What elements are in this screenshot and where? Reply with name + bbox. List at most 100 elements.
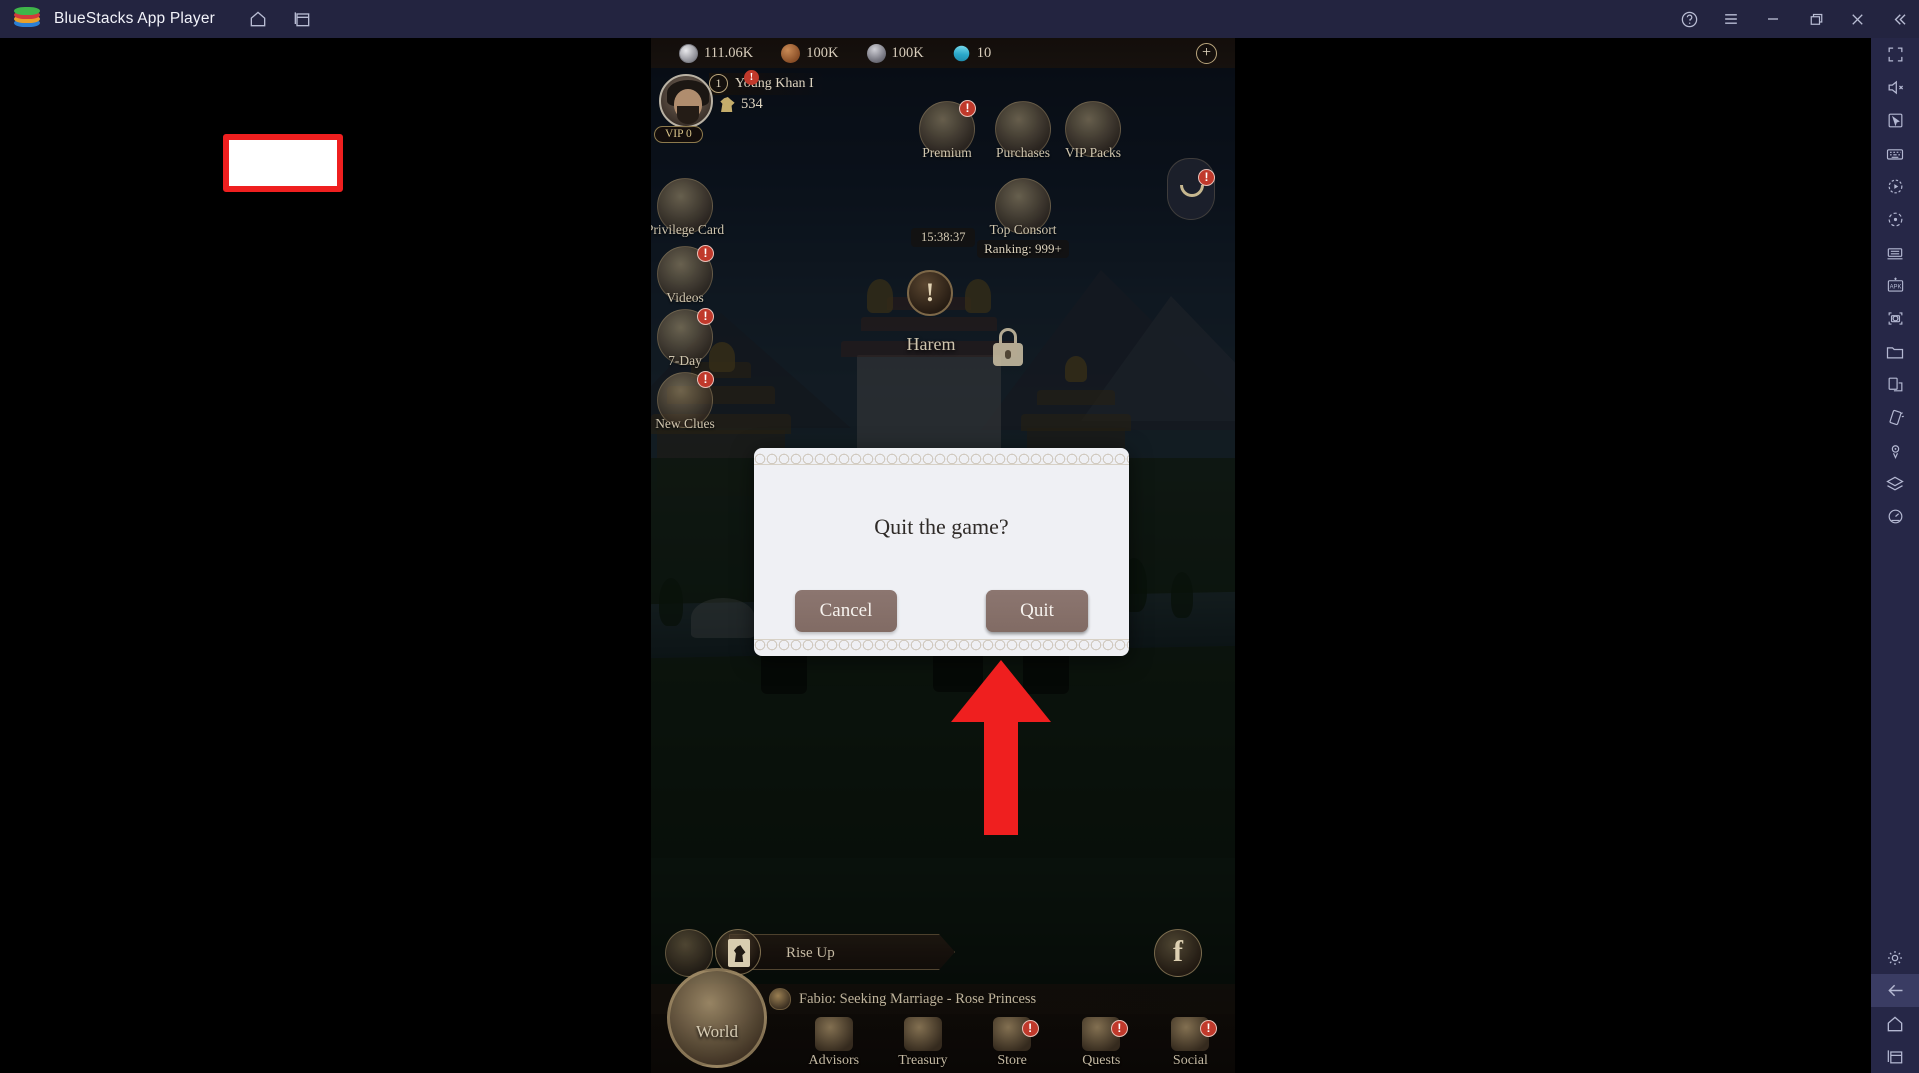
- pointing-arrow: [951, 660, 1051, 835]
- seven-day-button[interactable]: ! 7-Day: [657, 308, 714, 368]
- resource-food[interactable]: 100K: [781, 43, 839, 63]
- collapse-sidebar-icon[interactable]: [1883, 0, 1915, 38]
- top-consort-button[interactable]: Top Consort Ranking: 999+: [977, 178, 1069, 258]
- app-title: BlueStacks App Player: [54, 10, 216, 27]
- nav-store-label: Store: [997, 1053, 1027, 1068]
- resource-gems[interactable]: 10: [950, 41, 992, 65]
- resource-value: 111.06K: [704, 44, 754, 61]
- minimize-icon[interactable]: [1757, 0, 1789, 38]
- dialog-divider-top: [754, 464, 1129, 465]
- cursor-icon[interactable]: [1871, 104, 1919, 137]
- resource-iron[interactable]: 100K: [866, 43, 924, 63]
- android-home-icon[interactable]: [1871, 1007, 1919, 1040]
- videos-badge: !: [697, 245, 714, 262]
- resource-value: 10: [976, 44, 992, 61]
- gem-icon: [950, 41, 973, 65]
- store-badge: !: [1021, 1020, 1039, 1037]
- harem-alert-icon[interactable]: !: [907, 270, 953, 316]
- nav-social-label: Social: [1172, 1053, 1208, 1068]
- player-alert-badge: !: [744, 70, 759, 85]
- dialog-ornament-top: [754, 450, 1129, 464]
- app-center-icon[interactable]: [285, 2, 319, 36]
- shake-icon[interactable]: [1871, 401, 1919, 434]
- privilege-card-button[interactable]: Privilege Card: [651, 178, 724, 237]
- dialog-title: Quit the game?: [874, 514, 1009, 539]
- vip-packs-label: VIP Packs: [1064, 145, 1122, 160]
- premium-badge: !: [959, 100, 976, 117]
- chevron-down-icon: [1180, 185, 1204, 197]
- back-arrow-icon[interactable]: [1871, 974, 1919, 1007]
- purchases-button[interactable]: Purchases: [995, 101, 1051, 160]
- settings-gear-icon[interactable]: [1871, 941, 1919, 974]
- nav-world[interactable]: World: [653, 958, 781, 1073]
- titlebar-right-icons: [1673, 0, 1919, 38]
- resource-silver[interactable]: 111.06K: [679, 43, 754, 63]
- resource-value: 100K: [806, 44, 839, 61]
- menu-icon[interactable]: [1715, 0, 1747, 38]
- vip-packs-expand-tab[interactable]: !: [1167, 158, 1215, 220]
- nav-world-label: World: [695, 1022, 739, 1041]
- nav-quests[interactable]: Quests !: [1057, 1014, 1146, 1073]
- top-consort-ranking: Ranking: 999+: [977, 240, 1069, 258]
- screenshot-icon[interactable]: [1871, 302, 1919, 335]
- videos-button[interactable]: ! Videos: [657, 245, 714, 305]
- dialog-ornament-bottom: [754, 640, 1129, 654]
- nav-advisors-label: Advisors: [808, 1053, 860, 1068]
- quit-button-top[interactable]: Quit: [986, 590, 1088, 632]
- cancel-button[interactable]: Cancel: [795, 590, 897, 632]
- nav-treasury-label: Treasury: [898, 1053, 948, 1068]
- vip-packs-button[interactable]: VIP Packs: [1065, 101, 1121, 160]
- premium-timer: 15:38:37: [911, 228, 976, 247]
- titlebar-left-icons: [241, 2, 319, 36]
- player-power: 534: [719, 96, 763, 113]
- performance-icon[interactable]: [1871, 500, 1919, 533]
- mute-icon[interactable]: [1871, 71, 1919, 104]
- vip-tab-badge: !: [1198, 169, 1215, 186]
- resource-bar: 111.06K 100K 100K 10 +: [651, 38, 1235, 68]
- nav-social[interactable]: Social !: [1146, 1014, 1235, 1073]
- new-clues-button[interactable]: ! New Clues: [655, 371, 715, 431]
- nav-store[interactable]: Store !: [968, 1014, 1057, 1073]
- nav-treasury[interactable]: Treasury: [878, 1014, 967, 1073]
- bluestacks-logo-icon: [14, 6, 40, 32]
- privilege-card-label: Privilege Card: [651, 222, 725, 237]
- layers-icon[interactable]: [1871, 467, 1919, 500]
- seven-day-badge: !: [697, 308, 714, 325]
- location-icon[interactable]: [1871, 434, 1919, 467]
- horse-icon: [720, 97, 735, 112]
- close-icon[interactable]: [1841, 0, 1873, 38]
- add-resource-button[interactable]: +: [1196, 43, 1217, 64]
- quit-button-highlight: [223, 134, 343, 192]
- macro-recorder-icon[interactable]: [1871, 170, 1919, 203]
- new-clues-label: New Clues: [655, 416, 715, 431]
- player-info-panel[interactable]: Young Khan I ! 1 534 VIP 0: [653, 70, 883, 143]
- keyboard-controls-icon[interactable]: [1871, 137, 1919, 170]
- fullscreen-icon[interactable]: [1871, 38, 1919, 71]
- title-bar: BlueStacks App Player: [0, 0, 1919, 38]
- sync-operations-icon[interactable]: [1871, 203, 1919, 236]
- event-banner-text: Fabio: Seeking Marriage - Rose Princess: [799, 990, 1037, 1007]
- premium-button[interactable]: ! Premium: [919, 100, 976, 160]
- recent-apps-icon[interactable]: [1871, 1040, 1919, 1073]
- media-folder-icon[interactable]: [1871, 335, 1919, 368]
- copy-paste-icon[interactable]: [1871, 368, 1919, 401]
- food-icon: [781, 43, 801, 63]
- iron-helmet-icon: [866, 43, 886, 63]
- resource-value: 100K: [891, 44, 924, 61]
- top-consort-label: Top Consort: [989, 222, 1057, 237]
- nav-advisors[interactable]: Advisors: [789, 1014, 878, 1073]
- vip-badge[interactable]: VIP 0: [654, 126, 703, 143]
- social-badge: !: [1199, 1020, 1217, 1037]
- player-power-value: 534: [741, 96, 763, 112]
- apk-install-icon[interactable]: APK: [1871, 269, 1919, 302]
- quests-badge: !: [1110, 1020, 1128, 1037]
- avatar[interactable]: [659, 74, 713, 128]
- new-clues-badge: !: [697, 371, 714, 388]
- home-icon[interactable]: [241, 2, 275, 36]
- maximize-icon[interactable]: [1799, 0, 1831, 38]
- lock-icon: [991, 328, 1025, 368]
- multi-instance-icon[interactable]: [1871, 236, 1919, 269]
- bluestacks-sidebar: APK: [1871, 38, 1919, 1073]
- help-icon[interactable]: [1673, 0, 1705, 38]
- facebook-button[interactable]: f: [1154, 929, 1202, 977]
